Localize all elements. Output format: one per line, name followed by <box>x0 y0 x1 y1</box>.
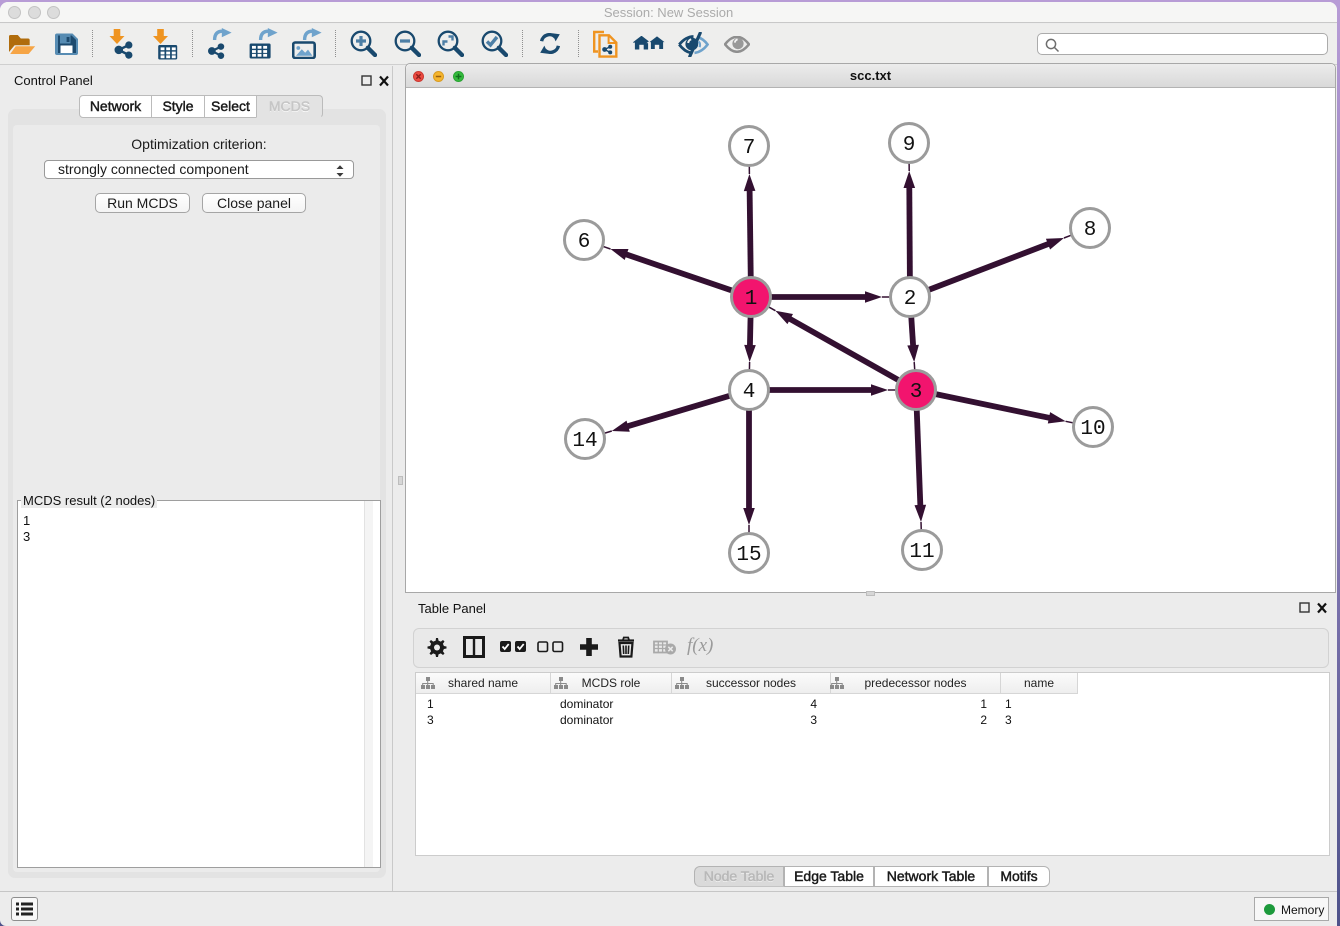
svg-text:2: 2 <box>904 288 917 311</box>
svg-text:8: 8 <box>1084 219 1097 242</box>
svg-text:14: 14 <box>572 430 597 453</box>
svg-text:3: 3 <box>910 381 923 404</box>
svg-text:11: 11 <box>909 541 934 564</box>
svg-text:9: 9 <box>903 134 916 157</box>
svg-text:10: 10 <box>1080 418 1105 441</box>
svg-text:1: 1 <box>745 288 758 311</box>
svg-text:4: 4 <box>743 381 756 404</box>
svg-text:7: 7 <box>743 137 756 160</box>
svg-text:6: 6 <box>578 231 591 254</box>
svg-text:15: 15 <box>736 544 761 567</box>
